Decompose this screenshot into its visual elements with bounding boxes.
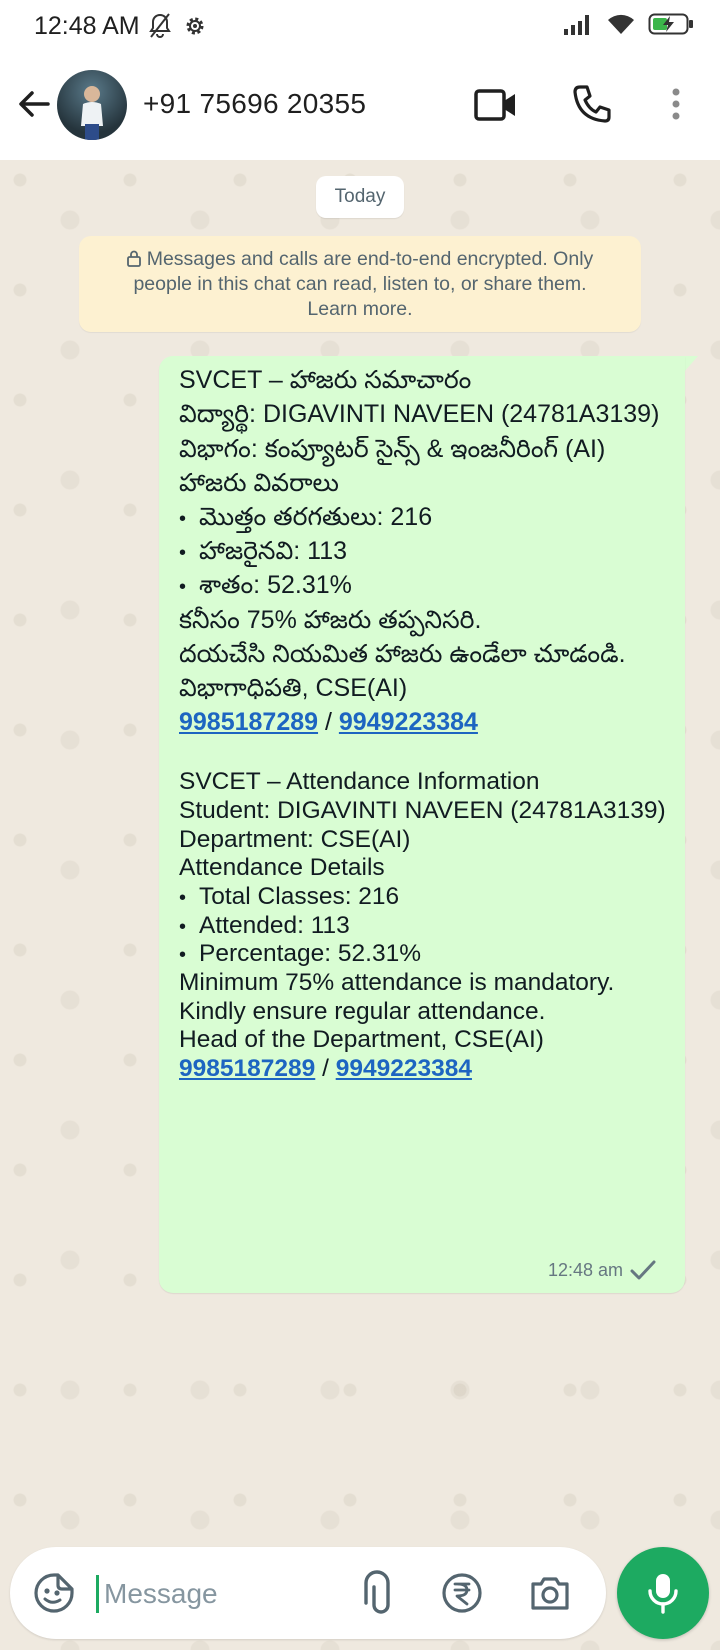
contact-name[interactable]: +91 75696 20355 [143,88,366,120]
payment-button[interactable] [440,1571,484,1615]
status-right-icons [562,12,694,36]
mic-icon [648,1574,678,1614]
english-attended: • Attended: 113 [179,912,350,940]
telugu-details-heading: హాజరు వివరాలు [179,469,339,497]
attach-icon [364,1570,390,1614]
video-call-button[interactable] [473,82,519,128]
message-input[interactable] [102,1565,336,1623]
gear-icon [186,17,204,35]
bullet: • [179,576,187,598]
avatar-person-image [81,86,103,140]
english-title: SVCET – Attendance Information [179,768,540,795]
english-request: Kindly ensure regular attendance. [179,998,546,1025]
telugu-total-text: మొత్తం తరగతులు: 216 [199,503,433,531]
voice-call-button[interactable] [570,82,614,126]
bullet: • [179,508,187,530]
english-percentage: • Percentage: 52.31% [179,940,421,968]
lock-icon [126,250,141,267]
bubble-tail [684,356,698,372]
chat-area[interactable]: Today Messages and calls are end-to-end … [0,160,720,1650]
camera-icon [531,1577,569,1610]
english-phone-numbers: 9985187289 / 9949223384 [179,1055,472,1083]
english-department: Department: CSE(AI) [179,826,411,853]
bullet: • [179,542,187,564]
text-caret [96,1575,99,1613]
encryption-line-2: people in this chat can read, listen to,… [133,273,587,295]
phone-separator: / [315,1055,336,1082]
bullet: • [179,944,187,966]
outgoing-message-bubble[interactable]: SVCET – హాజరు సమాచారం విద్యార్థి: DIGAVI… [159,356,685,1293]
phone-separator: / [318,708,339,736]
english-attended-text: Attended: 113 [199,912,350,939]
bullet: • [179,916,187,938]
english-minimum: Minimum 75% attendance is mandatory. [179,969,615,996]
video-call-icon [474,89,515,121]
phone-link-1[interactable]: 9985187289 [179,708,318,736]
message-composer [10,1547,606,1639]
battery-charging-icon [648,13,693,35]
telugu-phone-numbers: 9985187289 / 9949223384 [179,708,478,737]
telugu-attended: • హాజరైనవి: 113 [179,537,347,572]
chat-header: +91 75696 20355 [0,54,720,160]
english-details-heading: Attendance Details [179,854,385,881]
learn-more-link[interactable]: Learn more. [79,297,641,322]
date-chip: Today [316,176,404,218]
telugu-minimum: కనీసం 75% హాజరు తప్పనిసరి. [179,606,482,634]
telugu-signature: విభాగాధిపతి, CSE(AI) [179,674,408,702]
voice-message-button[interactable] [617,1547,709,1639]
status-left-icons [148,12,208,40]
more-options-button[interactable] [664,84,688,124]
encryption-notice[interactable]: Messages and calls are end-to-end encryp… [79,236,641,332]
rupee-payment-icon [442,1573,482,1613]
status-bar: 12:48 AM [0,0,720,54]
english-total-text: Total Classes: 216 [199,883,400,910]
telugu-total-classes: • మొత్తం తరగతులు: 216 [179,503,432,538]
camera-button[interactable] [528,1571,572,1615]
telugu-percentage: • శాతం: 52.31% [179,571,352,606]
telugu-title: SVCET – హాజరు సమాచారం [179,366,472,394]
phone-link-1[interactable]: 9985187289 [179,1055,315,1082]
sticker-button[interactable] [32,1571,76,1615]
back-arrow-icon [19,91,50,117]
single-check-icon [630,1260,656,1280]
mute-bell-icon [149,13,171,38]
telugu-student: విద్యార్థి: DIGAVINTI NAVEEN (24781A3139… [179,400,660,428]
phone-link-2[interactable]: 9949223384 [336,1055,472,1082]
encryption-line-1: Messages and calls are end-to-end encryp… [146,248,594,270]
english-student: Student: DIGAVINTI NAVEEN (24781A3139) [179,797,666,824]
contact-avatar[interactable] [57,70,127,140]
attach-button[interactable] [358,1569,396,1617]
telugu-percentage-text: శాతం: 52.31% [199,571,352,599]
english-percentage-text: Percentage: 52.31% [199,940,422,967]
english-signature: Head of the Department, CSE(AI) [179,1026,544,1053]
wifi-icon [608,14,634,34]
message-time: 12:48 am [547,1260,623,1280]
back-button[interactable] [14,84,54,124]
signal-icon [564,15,589,35]
sticker-icon [34,1573,74,1613]
status-time: 12:48 AM [34,12,140,40]
phone-icon [573,85,611,123]
phone-link-2[interactable]: 9949223384 [339,708,478,736]
telugu-attended-text: హాజరైనవి: 113 [199,537,347,565]
bullet: • [179,887,187,909]
more-vertical-icon [672,88,680,120]
english-total-classes: • Total Classes: 216 [179,883,399,911]
telugu-request: దయచేసి నియమిత హాజరు ఉండేలా చూడండి. [179,640,626,668]
telugu-department: విభాగం: కంప్యూటర్ సైన్స్ & ఇంజనీరింగ్ (A… [179,435,606,463]
